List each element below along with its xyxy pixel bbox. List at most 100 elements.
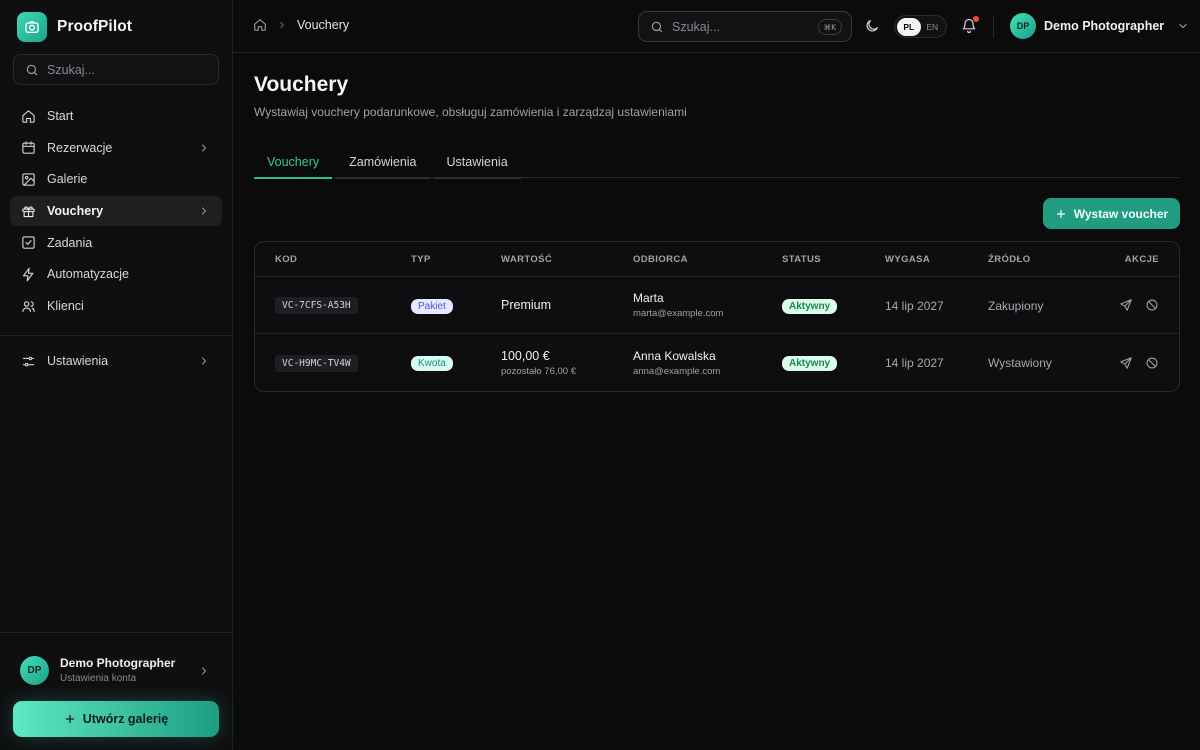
create-gallery-label: Utwórz galerię (82, 712, 169, 726)
vouchers-table: KOD TYP WARTOŚĆ ODBIORCA STATUS WYGASA Ź… (254, 241, 1180, 392)
column-header-odbiorca: ODBIORCA (633, 253, 688, 265)
avatar: DP (20, 655, 49, 685)
sidebar-search[interactable] (13, 54, 219, 85)
breadcrumb-current: Vouchery (297, 18, 350, 32)
column-header-status: STATUS (782, 253, 821, 265)
status-badge: Aktywny (782, 298, 838, 314)
sidebar-search-input[interactable] (47, 62, 187, 77)
global-search[interactable]: ⌘K (638, 11, 852, 42)
chevron-right-icon (277, 20, 287, 30)
nav-divider (0, 335, 232, 337)
type-badge: Pakiet (411, 298, 453, 314)
plus-icon (1055, 208, 1067, 220)
page-title: Vouchery (254, 73, 349, 96)
expiry-date: 14 lip 2027 (885, 356, 944, 370)
bell-icon[interactable] (961, 16, 979, 34)
brand-name: ProofPilot (57, 18, 133, 35)
divider (993, 16, 994, 38)
table-header: KOD TYP WARTOŚĆ ODBIORCA STATUS WYGASA Ź… (255, 242, 1179, 277)
recipient-email: anna@example.com (633, 365, 721, 377)
voucher-source: Zakupiony (988, 298, 1044, 313)
tabs: Vouchery Zamówienia Ustawienia (254, 145, 1180, 179)
sidebar-item-galerie[interactable]: Galerie (10, 164, 222, 194)
recipient-name: Anna Kowalska (633, 348, 716, 363)
sidebar-item-label: Klienci (47, 299, 84, 314)
user-name: Demo Photographer (1044, 19, 1165, 33)
column-header-zrodlo: ŹRÓDŁO (988, 253, 1031, 265)
status-badge: Aktywny (782, 356, 838, 371)
image-icon (21, 172, 36, 187)
tab-zamowienia[interactable]: Zamówienia (336, 145, 430, 179)
chevron-right-icon (198, 355, 210, 367)
column-header-wygasa: WYGASA (885, 253, 931, 265)
shortcut-badge: ⌘K (817, 19, 842, 35)
recipient-email: marta@example.com (633, 308, 724, 319)
sidebar-item-label: Rezerwacje (47, 140, 113, 155)
voucher-value: 100,00 € (501, 348, 550, 363)
sidebar-item-automatyzacje[interactable]: Automatyzacje (10, 259, 222, 289)
send-icon[interactable] (1119, 356, 1133, 370)
ban-icon[interactable] (1145, 356, 1159, 370)
sidebar-item-zadania[interactable]: Zadania (10, 228, 222, 258)
sidebar-item-vouchery[interactable]: Vouchery (10, 196, 222, 227)
lang-pl[interactable]: PL (897, 17, 921, 36)
column-header-akcje: AKCJE (1124, 253, 1159, 265)
column-header-typ: TYP (411, 253, 431, 265)
topbar: Vouchery ⌘K PL EN DP Demo Photographer (233, 0, 1200, 53)
voucher-remaining: pozostało 76,00 € (501, 365, 577, 377)
account-name: Demo Photographer (60, 656, 176, 670)
table-row[interactable]: VC-7CFS-A53H Pakiet Premium Marta marta@… (255, 277, 1179, 334)
voucher-source: Wystawiony (988, 356, 1052, 370)
sidebar-item-label: Zadania (47, 235, 93, 250)
account-settings-label: Ustawienia konta (60, 673, 137, 684)
tab-ustawienia[interactable]: Ustawienia (433, 145, 521, 179)
search-icon (650, 20, 664, 34)
avatar: DP (1010, 13, 1036, 39)
type-badge: Kwota (411, 356, 453, 371)
language-switcher: PL EN (894, 15, 947, 38)
moon-icon[interactable] (864, 18, 880, 34)
chevron-right-icon (198, 142, 210, 154)
brand[interactable]: ProofPilot (17, 12, 132, 42)
sidebar-item-ustawienia[interactable]: Ustawienia (10, 346, 222, 376)
home-icon (21, 109, 36, 124)
chevron-down-icon (1177, 20, 1189, 32)
voucher-code: VC-H9MC-TV4W (275, 354, 358, 372)
chevron-right-icon (198, 205, 210, 217)
calendar-icon (21, 140, 36, 155)
notification-dot (973, 16, 979, 22)
issue-voucher-label: Wystaw voucher (1073, 206, 1169, 221)
sidebar-item-rezerwacje[interactable]: Rezerwacje (10, 133, 222, 163)
plus-icon (64, 713, 76, 725)
sliders-icon (21, 354, 36, 369)
tab-vouchery[interactable]: Vouchery (254, 145, 333, 179)
sidebar-item-label: Vouchery (47, 204, 104, 219)
checkbox-icon (21, 235, 36, 250)
sidebar-item-label: Galerie (47, 172, 88, 187)
gift-icon (21, 204, 36, 219)
global-search-input[interactable] (672, 19, 812, 34)
sidebar-item-label: Start (47, 109, 74, 123)
page-subtitle: Wystawiaj vouchery podarunkowe, obsługuj… (254, 105, 687, 119)
voucher-value: Premium (501, 298, 552, 312)
table-row[interactable]: VC-H9MC-TV4W Kwota 100,00 € pozostało 76… (255, 334, 1179, 391)
expiry-date: 14 lip 2027 (885, 298, 944, 313)
column-header-wartosc: WARTOŚĆ (501, 253, 553, 265)
lightning-icon (21, 267, 36, 282)
account-switcher[interactable]: DP Demo Photographer Ustawienia konta (20, 655, 220, 685)
sidebar-nav: Start Rezerwacje Galerie Vouchery Zadani… (0, 101, 232, 378)
issue-voucher-button[interactable]: Wystaw voucher (1043, 198, 1180, 229)
home-icon[interactable] (253, 18, 267, 32)
ban-icon[interactable] (1145, 298, 1159, 312)
sidebar-item-klienci[interactable]: Klienci (10, 291, 222, 321)
recipient-name: Marta (633, 291, 664, 305)
sidebar-item-start[interactable]: Start (10, 101, 222, 131)
user-menu[interactable]: DP Demo Photographer (1010, 13, 1189, 39)
voucher-code: VC-7CFS-A53H (275, 297, 358, 314)
send-icon[interactable] (1119, 298, 1133, 312)
users-icon (21, 299, 36, 314)
breadcrumb: Vouchery (253, 18, 349, 32)
lang-en[interactable]: EN (921, 18, 945, 36)
camera-icon (17, 12, 47, 42)
create-gallery-button[interactable]: Utwórz galerię (13, 701, 219, 737)
